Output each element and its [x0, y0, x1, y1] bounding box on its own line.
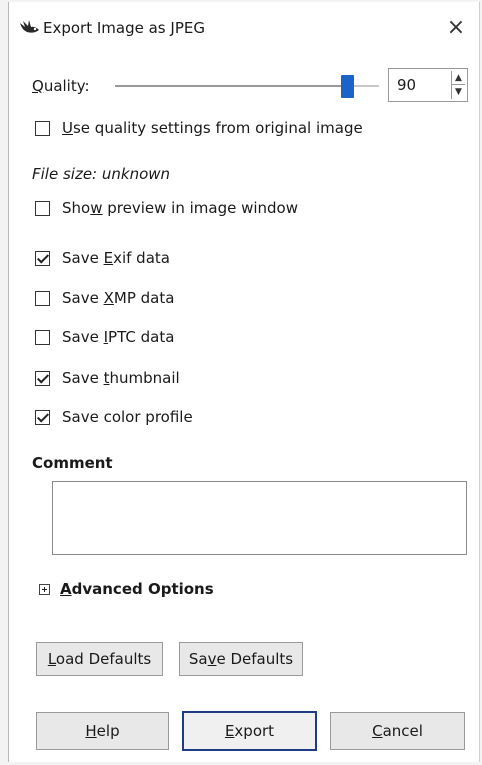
option-row-save-color-profile[interactable]: Save color profile [35, 408, 193, 426]
comment-heading: Comment [32, 454, 113, 472]
save-exif-label[interactable]: Save Exif data [62, 249, 170, 267]
show-preview-checkbox[interactable] [35, 200, 50, 216]
title-bar: Export Image as JPEG × [9, 2, 479, 48]
save-color-profile-label[interactable]: Save color profile [62, 408, 193, 426]
spin-arrows: ▲ ▼ [451, 71, 465, 99]
quality-slider-fill [115, 85, 341, 87]
save-thumbnail-label[interactable]: Save thumbnail [62, 369, 180, 387]
spin-down-icon[interactable]: ▼ [452, 85, 465, 98]
quality-slider[interactable] [115, 75, 379, 98]
spin-up-icon[interactable]: ▲ [452, 71, 465, 85]
window-title: Export Image as JPEG [43, 19, 205, 37]
show-preview-label[interactable]: Show preview in image window [62, 199, 298, 217]
option-row-save-xmp[interactable]: Save XMP data [35, 289, 174, 307]
option-row-save-exif[interactable]: Save Exif data [35, 249, 170, 267]
quality-slider-thumb[interactable] [341, 75, 354, 98]
option-row-save-thumbnail[interactable]: Save thumbnail [35, 369, 180, 387]
advanced-options-label[interactable]: Advanced Options [60, 580, 214, 598]
close-icon[interactable]: × [441, 12, 471, 42]
save-iptc-checkbox[interactable] [35, 329, 50, 345]
file-size-text: File size: unknown [32, 165, 171, 183]
use-original-quality-checkbox[interactable] [35, 120, 50, 136]
save-xmp-checkbox[interactable] [35, 290, 50, 306]
use-original-quality-row[interactable]: Use quality settings from original image [35, 119, 363, 137]
save-defaults-button[interactable]: Save Defaults [179, 642, 303, 676]
export-jpeg-dialog: Export Image as JPEG × Quality: 90 ▲ ▼ U… [8, 2, 480, 762]
quality-value[interactable]: 90 [397, 76, 416, 94]
quality-spinbox[interactable]: 90 ▲ ▼ [388, 68, 468, 102]
advanced-options-expander[interactable]: Advanced Options [39, 580, 214, 598]
export-button[interactable]: Export [182, 711, 317, 751]
save-xmp-label[interactable]: Save XMP data [62, 289, 174, 307]
comment-textarea[interactable] [52, 481, 467, 555]
help-button[interactable]: Help [36, 712, 169, 750]
gimp-wilber-icon [19, 19, 41, 35]
load-defaults-button[interactable]: Load Defaults [36, 642, 163, 676]
quality-label: Quality: [32, 77, 90, 95]
use-original-quality-label[interactable]: Use quality settings from original image [62, 119, 363, 137]
option-row-show-preview[interactable]: Show preview in image window [35, 199, 298, 217]
expand-plus-icon[interactable] [39, 583, 50, 595]
cancel-button[interactable]: Cancel [330, 712, 465, 750]
save-thumbnail-checkbox[interactable] [35, 370, 50, 386]
option-row-save-iptc[interactable]: Save IPTC data [35, 328, 174, 346]
save-iptc-label[interactable]: Save IPTC data [62, 328, 174, 346]
save-color-profile-checkbox[interactable] [35, 409, 50, 425]
save-exif-checkbox[interactable] [35, 250, 50, 266]
